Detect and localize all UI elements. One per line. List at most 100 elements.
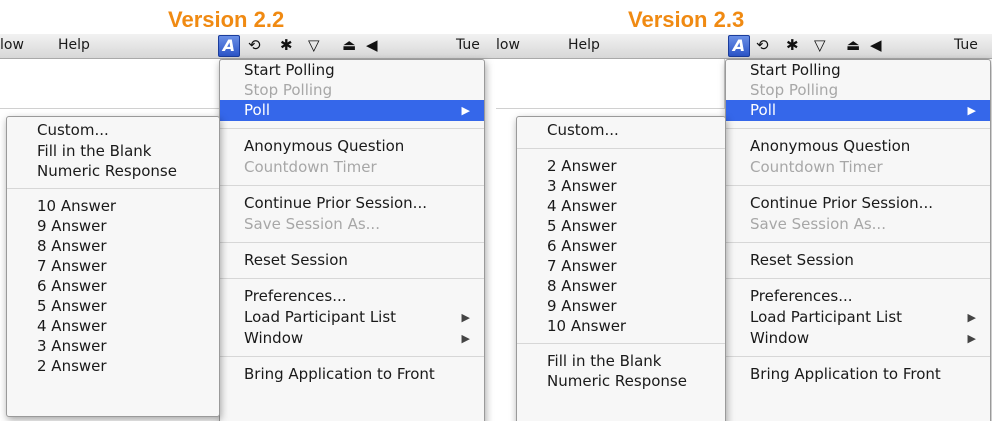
menu-item-stop-polling: Stop Polling xyxy=(750,81,839,99)
menu-separator xyxy=(220,128,484,129)
submenu-item-fill-in-the-blank[interactable]: Fill in the Blank xyxy=(517,351,725,371)
volume-icon[interactable]: ◀ xyxy=(870,36,882,54)
menubar-help-menu[interactable]: Help xyxy=(58,37,90,53)
menu-item-window-label: Window xyxy=(244,329,304,347)
menubar-help-menu[interactable]: Help xyxy=(568,37,600,53)
submenu-item-4-answer[interactable]: 4 Answer xyxy=(7,316,219,336)
menu-item-save-session-as: Save Session As... xyxy=(750,215,886,233)
wifi-icon[interactable]: ▽ xyxy=(814,36,826,54)
menu-item-preferences[interactable]: Preferences... xyxy=(726,286,990,307)
menu-item-start-polling[interactable]: Start Polling xyxy=(220,60,484,80)
submenu-arrow-icon: ▶ xyxy=(967,332,976,345)
panel-version-2-3: Version 2.3 low Help A ⟲ ✱ ▽ ⏏ ◀ Tue Sta… xyxy=(496,0,992,421)
submenu-item-9-answer[interactable]: 9 Answer xyxy=(7,216,219,236)
app-icon-glyph: A xyxy=(222,36,236,55)
menu-item-load-participant-list[interactable]: Load Participant List ▶ xyxy=(726,307,990,328)
menu-separator xyxy=(220,185,484,186)
submenu-item-4-answer[interactable]: 4 Answer xyxy=(517,196,725,216)
menu-item-countdown-timer: Countdown Timer xyxy=(244,158,377,176)
submenu-arrow-icon: ▶ xyxy=(967,311,976,324)
bluetooth-icon[interactable]: ✱ xyxy=(280,36,293,54)
menubar-window-menu[interactable]: low xyxy=(0,37,24,53)
eject-icon[interactable]: ⏏ xyxy=(342,36,356,54)
menu-item-load-participant-list[interactable]: Load Participant List ▶ xyxy=(220,307,484,328)
menu-separator xyxy=(726,128,990,129)
status-icons: A ⟲ ✱ ▽ ⏏ ◀ xyxy=(726,34,956,58)
menu-item-continue-prior-session[interactable]: Continue Prior Session... xyxy=(726,193,990,214)
app-icon[interactable]: A xyxy=(728,35,750,57)
submenu-item-fill-in-the-blank[interactable]: Fill in the Blank xyxy=(7,141,219,161)
background-window xyxy=(0,59,221,109)
submenu-item-numeric-response[interactable]: Numeric Response xyxy=(7,161,219,181)
app-main-menu: Start Polling Stop Polling Poll ▶ Anonym… xyxy=(725,59,991,421)
menu-item-bring-to-front[interactable]: Bring Application to Front xyxy=(726,364,990,385)
submenu-item-8-answer[interactable]: 8 Answer xyxy=(7,236,219,256)
submenu-item-10-answer[interactable]: 10 Answer xyxy=(7,196,219,216)
menu-item-continue-prior-session[interactable]: Continue Prior Session... xyxy=(220,193,484,214)
menu-bar: low Help A ⟲ ✱ ▽ ⏏ ◀ Tue xyxy=(496,34,992,59)
menu-item-poll-label: Poll xyxy=(244,101,271,119)
submenu-item-7-answer[interactable]: 7 Answer xyxy=(517,256,725,276)
poll-submenu: Custom... 2 Answer 3 Answer 4 Answer 5 A… xyxy=(516,116,726,421)
submenu-item-9-answer[interactable]: 9 Answer xyxy=(517,296,725,316)
menu-item-bring-to-front[interactable]: Bring Application to Front xyxy=(220,364,484,385)
version-title: Version 2.2 xyxy=(168,7,285,32)
submenu-arrow-icon: ▶ xyxy=(461,104,470,117)
menu-separator xyxy=(7,188,219,189)
submenu-item-2-answer[interactable]: 2 Answer xyxy=(7,356,219,376)
menu-item-preferences[interactable]: Preferences... xyxy=(220,286,484,307)
menu-item-start-polling[interactable]: Start Polling xyxy=(726,60,990,80)
submenu-item-7-answer[interactable]: 7 Answer xyxy=(7,256,219,276)
menu-item-anonymous-question[interactable]: Anonymous Question xyxy=(220,136,484,157)
submenu-item-8-answer[interactable]: 8 Answer xyxy=(517,276,725,296)
submenu-item-custom[interactable]: Custom... xyxy=(7,120,219,141)
menu-separator xyxy=(220,278,484,279)
submenu-item-3-answer[interactable]: 3 Answer xyxy=(517,176,725,196)
menu-item-poll-label: Poll xyxy=(750,101,777,119)
submenu-item-custom[interactable]: Custom... xyxy=(517,120,725,141)
wifi-icon[interactable]: ▽ xyxy=(308,36,320,54)
submenu-item-3-answer[interactable]: 3 Answer xyxy=(7,336,219,356)
submenu-item-numeric-response[interactable]: Numeric Response xyxy=(517,371,725,391)
status-icons: A ⟲ ✱ ▽ ⏏ ◀ xyxy=(216,34,446,58)
submenu-item-10-answer[interactable]: 10 Answer xyxy=(517,316,725,336)
menu-separator xyxy=(517,148,725,149)
submenu-item-2-answer[interactable]: 2 Answer xyxy=(517,156,725,176)
menu-item-poll[interactable]: Poll ▶ xyxy=(220,100,484,121)
menu-separator xyxy=(220,242,484,243)
menu-item-reset-session[interactable]: Reset Session xyxy=(726,250,990,271)
submenu-item-5-answer[interactable]: 5 Answer xyxy=(7,296,219,316)
bluetooth-icon[interactable]: ✱ xyxy=(786,36,799,54)
volume-icon[interactable]: ◀ xyxy=(366,36,378,54)
menubar-clock[interactable]: Tue xyxy=(954,37,978,53)
submenu-item-6-answer[interactable]: 6 Answer xyxy=(7,276,219,296)
submenu-arrow-icon: ▶ xyxy=(461,311,470,324)
menu-separator xyxy=(726,242,990,243)
menubar-clock[interactable]: Tue xyxy=(456,37,480,53)
menu-item-window[interactable]: Window ▶ xyxy=(726,328,990,349)
menu-item-window[interactable]: Window ▶ xyxy=(220,328,484,349)
menu-item-save-session-as: Save Session As... xyxy=(244,215,380,233)
menu-item-stop-polling: Stop Polling xyxy=(244,81,333,99)
time-machine-icon[interactable]: ⟲ xyxy=(756,36,769,54)
menu-item-load-participant-list-label: Load Participant List xyxy=(750,308,903,326)
menu-item-reset-session[interactable]: Reset Session xyxy=(220,250,484,271)
app-main-menu: Start Polling Stop Polling Poll ▶ Anonym… xyxy=(219,59,485,421)
submenu-arrow-icon: ▶ xyxy=(967,104,976,117)
app-icon[interactable]: A xyxy=(218,35,240,57)
menubar-window-menu[interactable]: low xyxy=(496,37,520,53)
submenu-item-5-answer[interactable]: 5 Answer xyxy=(517,216,725,236)
poll-submenu: Custom... Fill in the Blank Numeric Resp… xyxy=(6,116,220,417)
time-machine-icon[interactable]: ⟲ xyxy=(248,36,261,54)
menu-item-countdown-timer: Countdown Timer xyxy=(750,158,883,176)
menu-separator xyxy=(726,356,990,357)
submenu-item-6-answer[interactable]: 6 Answer xyxy=(517,236,725,256)
menu-separator xyxy=(726,278,990,279)
menu-item-poll[interactable]: Poll ▶ xyxy=(726,100,990,121)
menu-bar: low Help A ⟲ ✱ ▽ ⏏ ◀ Tue xyxy=(0,34,496,59)
eject-icon[interactable]: ⏏ xyxy=(846,36,860,54)
menu-separator xyxy=(517,343,725,344)
background-window xyxy=(496,59,725,109)
menu-item-anonymous-question[interactable]: Anonymous Question xyxy=(726,136,990,157)
menu-item-window-label: Window xyxy=(750,329,810,347)
